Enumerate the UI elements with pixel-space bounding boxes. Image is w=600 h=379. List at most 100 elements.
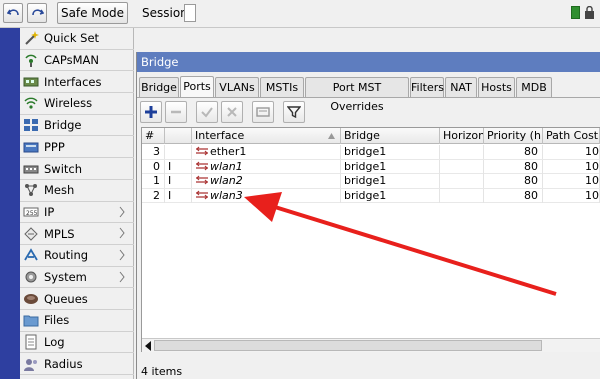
sidebar-item-label: Files: [44, 313, 70, 328]
cell-path-cost: 10: [543, 159, 600, 174]
items-count: 4 items: [141, 365, 183, 378]
cell-flag: [165, 145, 192, 159]
interface-name: wlan3: [210, 188, 243, 202]
log-icon: [25, 334, 37, 350]
mesh-icon: [25, 184, 37, 197]
sidebar-item-mpls[interactable]: MPLS: [20, 223, 134, 245]
sidebar-item-label: MPLS: [44, 226, 75, 241]
ppp-icon: [23, 142, 39, 153]
sidebar-item-mesh[interactable]: Mesh: [20, 180, 134, 202]
column-header-priority[interactable]: Priority (h...: [484, 128, 543, 144]
sidebar-item-files[interactable]: Files: [20, 310, 134, 332]
tab-bridge[interactable]: Bridge: [139, 77, 179, 97]
sidebar-item-ip[interactable]: 255 IP: [20, 202, 134, 224]
column-header-number[interactable]: #: [142, 128, 165, 144]
undo-button[interactable]: [3, 3, 23, 23]
horizontal-scrollbar[interactable]: [142, 338, 600, 352]
column-header-interface[interactable]: Interface: [192, 128, 341, 144]
wand-icon: [25, 31, 39, 46]
queues-icon: [24, 293, 38, 304]
cell-horizon: [440, 188, 484, 203]
cell-bridge: bridge1: [341, 159, 440, 174]
sidebar-item-label: Switch: [44, 161, 83, 176]
column-header-horizon[interactable]: Horizon: [440, 128, 484, 144]
table-row[interactable]: 1 I wlan2 bridge1 80 10: [142, 174, 600, 189]
tab-filters[interactable]: Filters: [410, 77, 444, 97]
sidebar-menu: Quick Set CAPsMAN Interfaces Wireless Br…: [20, 28, 134, 379]
tab-ports[interactable]: Ports: [180, 76, 214, 98]
safe-mode-button[interactable]: Safe Mode: [57, 2, 128, 24]
sidebar-item-label: IP: [44, 204, 55, 219]
window-title[interactable]: Bridge: [137, 52, 600, 72]
sidebar-item-quick-set[interactable]: Quick Set: [20, 28, 134, 50]
tab-port-mst-overrides[interactable]: Port MST Overrides: [305, 77, 409, 113]
table-row[interactable]: 0 I wlan1 bridge1 80 10: [142, 159, 600, 174]
sidebar-item-label: PPP: [44, 139, 65, 154]
sidebar-item-radius[interactable]: Radius: [20, 354, 134, 376]
table-row[interactable]: 3 ether1 bridge1 80 10: [142, 145, 600, 160]
sidebar-item-interfaces[interactable]: Interfaces: [20, 71, 134, 94]
sidebar-item-label: Interfaces: [44, 74, 102, 89]
sidebar-item-queues[interactable]: Queues: [20, 288, 134, 311]
cell-priority: 80: [484, 174, 543, 188]
cell-priority: 80: [484, 145, 543, 159]
sidebar-item-label: Bridge: [44, 118, 82, 133]
left-rail: [0, 28, 20, 379]
filter-button[interactable]: [283, 101, 305, 123]
redo-button[interactable]: [27, 3, 47, 23]
sidebar-item-label: Mesh: [44, 183, 75, 198]
tab-hosts[interactable]: Hosts: [478, 77, 515, 97]
column-header-flags[interactable]: [165, 128, 192, 144]
scrollbar-thumb[interactable]: [154, 340, 542, 351]
cell-priority: 80: [484, 188, 543, 203]
enable-button[interactable]: [196, 101, 218, 123]
sidebar-item-routing[interactable]: Routing: [20, 245, 134, 267]
remove-button[interactable]: [165, 101, 187, 123]
sidebar-item-capsman[interactable]: CAPsMAN: [20, 50, 134, 72]
cross-icon: [227, 107, 237, 117]
cell-interface: ether1: [192, 145, 341, 159]
column-header-path-cost[interactable]: Path Cost: [543, 128, 600, 144]
cell-horizon: [440, 174, 484, 188]
plus-icon: [145, 106, 157, 118]
comment-button[interactable]: [252, 101, 274, 123]
sidebar-item-ppp[interactable]: PPP: [20, 137, 134, 159]
filter-icon: [287, 106, 301, 119]
tab-mstis[interactable]: MSTIs: [260, 77, 304, 97]
interfaces-icon: [23, 77, 39, 87]
cell-flag: I: [165, 159, 192, 174]
column-header-interface-label: Interface: [195, 129, 245, 142]
table-row[interactable]: 2 I wlan3 bridge1 80 10: [142, 188, 600, 203]
tab-vlans[interactable]: VLANs: [215, 77, 259, 97]
cell-path-cost: 10: [543, 188, 600, 203]
sidebar-item-switch[interactable]: Switch: [20, 158, 134, 180]
tab-nat[interactable]: NAT: [445, 77, 477, 97]
disable-button[interactable]: [221, 101, 243, 123]
sidebar-item-wireless[interactable]: Wireless: [20, 93, 134, 115]
sidebar-item-label: Queues: [44, 291, 88, 306]
cell-number: 0: [142, 159, 165, 174]
column-header-bridge[interactable]: Bridge: [341, 128, 440, 144]
connection-status-icon: [571, 6, 580, 19]
scroll-left-icon[interactable]: [144, 341, 152, 351]
cell-horizon: [440, 145, 484, 159]
table-header: # Interface Bridge Horizon Priority (h..…: [142, 128, 600, 144]
cell-bridge: bridge1: [341, 145, 440, 159]
sidebar-item-log[interactable]: Log: [20, 332, 134, 354]
sidebar-item-system[interactable]: System: [20, 267, 134, 289]
tab-bar: Bridge Ports VLANs MSTIs Port MST Overri…: [137, 76, 600, 113]
session-field[interactable]: [184, 4, 196, 22]
ip-icon: 255: [23, 207, 39, 217]
interface-name: wlan2: [210, 174, 243, 187]
add-button[interactable]: [140, 101, 162, 123]
tab-mdb[interactable]: MDB: [516, 77, 552, 97]
cell-interface: wlan3: [192, 188, 341, 203]
redo-icon: [32, 9, 44, 16]
bridge-icon: [24, 119, 38, 132]
interface-name: wlan1: [210, 159, 243, 173]
interface-icon: [196, 146, 208, 156]
chevron-right-icon: [119, 249, 125, 261]
chevron-right-icon: [119, 206, 125, 217]
cell-interface: wlan1: [192, 159, 341, 174]
sidebar-item-bridge[interactable]: Bridge: [20, 115, 134, 137]
